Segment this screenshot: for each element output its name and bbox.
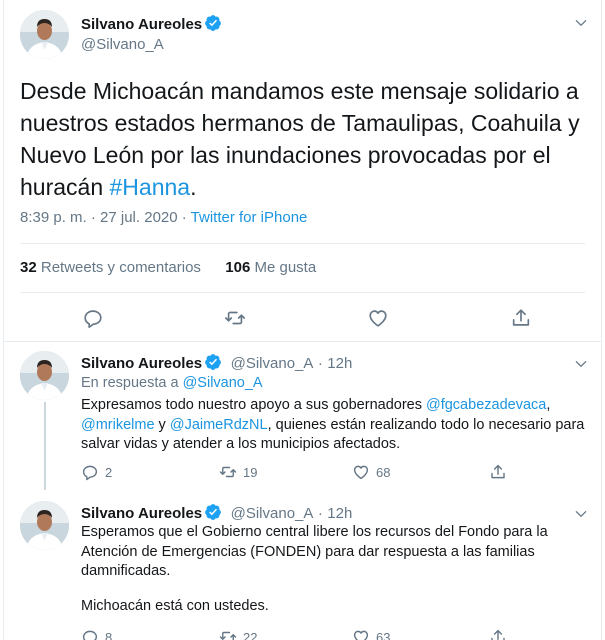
reply-actions: 2 19 68 [81,462,521,482]
in-reply-to-handle[interactable]: @Silvano_A [183,375,263,391]
share-button[interactable] [510,305,532,331]
share-button[interactable] [489,462,507,482]
reply-actions: 8 22 63 [81,627,521,640]
reply-text: Esperamos que el Gobierno central libere… [81,524,548,579]
author-handle[interactable]: @Silvano_A [81,36,164,53]
retweets-stat[interactable]: 32 Retweets y comentarios [20,259,201,276]
reply-button[interactable] [82,305,104,331]
chevron-down-icon[interactable] [574,16,588,30]
avatar[interactable] [20,10,69,59]
avatar[interactable] [20,351,69,400]
retweet-count: 22 [243,629,258,640]
reply-count: 2 [105,464,113,480]
tweet-text-end: . [190,174,197,200]
reply-text-segment: y [154,416,170,433]
separator-dot: · [317,505,323,522]
reply-header: Silvano Aureoles @Silvano_A · 12h [81,503,352,523]
reply-header: Silvano Aureoles @Silvano_A · 12h [81,353,352,373]
retweets-label: Retweets y comentarios [40,259,201,276]
heart-icon [353,630,369,640]
in-reply-to-label: En respuesta a [81,375,183,391]
author-handle[interactable]: @Silvano_A [231,505,314,522]
share-button[interactable] [489,627,507,640]
reply-button[interactable]: 8 [81,627,112,640]
heart-icon [369,310,387,327]
verified-badge-icon [205,354,222,370]
reply-button[interactable]: 2 [81,462,112,482]
thread-line [44,402,46,490]
share-icon [491,464,505,479]
share-icon [491,629,505,640]
retweet-button[interactable]: 19 [219,462,257,482]
mention-link[interactable]: @JaimeRdzNL [170,417,268,433]
author-handle[interactable]: @Silvano_A [231,355,314,372]
reply-timestamp[interactable]: 12h [327,505,352,522]
retweet-button[interactable]: 22 [219,627,257,640]
reply-text-segment: Expresamos todo nuestro apoyo a sus gobe… [81,397,426,413]
like-button[interactable]: 68 [352,462,390,482]
like-count: 63 [376,629,391,640]
tweet-meta: 8:39 p. m. · 27 jul. 2020 · Twitter for … [20,209,307,226]
likes-count: 106 [225,259,251,276]
retweets-count: 32 [20,259,37,276]
mention-link[interactable]: @fgcabezadevaca [426,397,546,413]
tweet-actions [20,305,585,331]
heart-icon [353,465,369,480]
likes-stat[interactable]: 106 Me gusta [225,259,316,276]
chevron-down-icon[interactable] [574,357,588,371]
reply-icon [82,630,98,640]
tweet-timestamp[interactable]: 8:39 p. m. · 27 jul. 2020 · [20,209,191,226]
reply-count: 8 [105,629,113,640]
like-button[interactable]: 63 [352,627,390,640]
divider [20,243,585,244]
like-count: 68 [376,464,391,480]
reply-text: Expresamos todo nuestro apoyo a sus gobe… [81,396,591,455]
reply-icon [82,465,98,481]
author-name[interactable]: Silvano Aureoles [81,16,202,33]
author-name[interactable]: Silvano Aureoles [81,505,202,522]
author-name-row: Silvano Aureoles [81,14,222,34]
retweet-icon [219,466,237,478]
reply-icon [84,310,102,328]
chevron-down-icon[interactable] [574,507,588,521]
reply-text-segment: , [546,397,551,413]
verified-badge-icon [205,15,222,31]
tweet-stats: 32 Retweets y comentarios 106 Me gusta [20,259,316,276]
mention-link[interactable]: @mrikelme [81,417,155,433]
retweet-count: 19 [243,464,258,480]
tweet-source-link[interactable]: Twitter for iPhone [191,209,308,226]
divider [20,292,585,293]
retweet-button[interactable] [224,305,246,331]
tweet-thread: Silvano Aureoles @Silvano_A Desde Michoa… [3,0,602,640]
reply-text: Michoacán está con ustedes. [81,598,269,614]
tweet-text: Desde Michoacán mandamos este mensaje so… [20,75,590,203]
reply-tweet[interactable]: Silvano Aureoles @Silvano_A · 12h En res… [4,341,601,491]
reply-timestamp[interactable]: 12h [327,355,352,372]
in-reply-to: En respuesta a @Silvano_A [81,375,263,391]
tweet-text-body: Desde Michoacán mandamos este mensaje so… [20,78,580,200]
retweet-icon [219,631,237,640]
avatar[interactable] [20,501,69,550]
hashtag-link[interactable]: #Hanna [110,174,191,200]
like-button[interactable] [367,305,389,331]
reply-tweet[interactable]: Silvano Aureoles @Silvano_A · 12h Espera… [4,491,601,640]
share-icon [512,309,530,326]
verified-badge-icon [205,504,222,520]
likes-label: Me gusta [254,259,317,276]
retweet-icon [225,311,245,325]
separator-dot: · [317,355,323,372]
author-name[interactable]: Silvano Aureoles [81,355,202,372]
